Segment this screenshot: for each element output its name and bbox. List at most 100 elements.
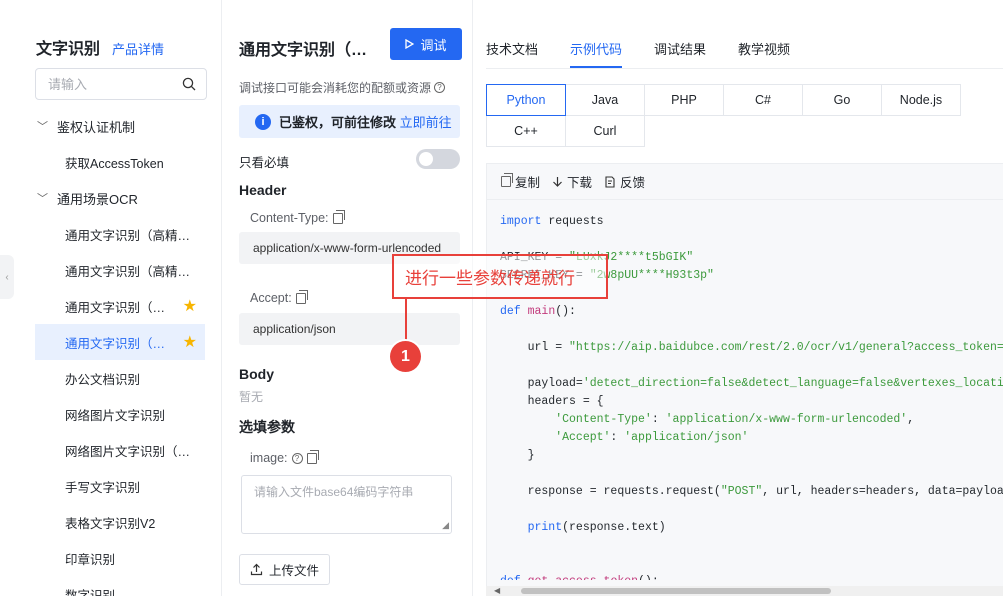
quota-hint: 调试接口可能会消耗您的配额或资源?: [239, 79, 446, 96]
sidebar-item-web-image[interactable]: 网络图片文字识别: [35, 396, 205, 432]
image-base64-textarea[interactable]: 请输入文件base64编码字符串 ◢: [241, 475, 452, 534]
sidebar-item-numbers[interactable]: 数字识别: [35, 576, 205, 596]
api-title: 通用文字识别（…: [239, 42, 368, 59]
sidebar-item-label: 通用文字识别（高精度版）: [65, 264, 197, 279]
sidebar-header: 文字识别 产品详情: [36, 35, 164, 59]
resize-handle-icon[interactable]: ◢: [442, 520, 449, 531]
download-code-button[interactable]: 下载: [552, 172, 592, 191]
sidebar-item-label: 通用文字识别（标准版）: [65, 336, 177, 351]
copy-icon: [501, 173, 513, 187]
download-label: 下载: [567, 176, 593, 190]
sidebar-item-handwriting[interactable]: 手写文字识别: [35, 468, 205, 504]
product-detail-link[interactable]: 产品详情: [112, 39, 164, 58]
sidebar-item-general-location[interactable]: 通用文字识别（标准含位置版） ★: [35, 288, 205, 324]
body-section-title: Body: [239, 366, 274, 382]
copy-label: 复制: [515, 176, 541, 190]
annotation-badge: 1: [390, 341, 421, 372]
header-section-title: Header: [239, 182, 287, 198]
sidebar-item-seal[interactable]: 印章识别: [35, 540, 205, 576]
scroll-left-icon[interactable]: ◀: [494, 586, 500, 595]
tab-debug-result[interactable]: 调试结果: [654, 28, 706, 68]
lang-curl[interactable]: Curl: [565, 115, 645, 147]
copy-icon[interactable]: [332, 209, 345, 224]
collapse-sidebar-handle[interactable]: ‹: [0, 255, 14, 299]
lang-nodejs[interactable]: Node.js: [881, 84, 961, 116]
search-input[interactable]: [48, 76, 182, 92]
tab-tech-docs[interactable]: 技术文档: [486, 28, 538, 68]
upload-file-button[interactable]: 上传文件: [239, 554, 330, 585]
search-icon[interactable]: [182, 77, 196, 91]
accept-label: Accept:: [250, 289, 308, 305]
tab-sample-code[interactable]: 示例代码: [570, 28, 623, 68]
sidebar-item-table[interactable]: 表格文字识别V2: [35, 504, 205, 540]
code-token: url =: [500, 341, 570, 354]
auth-go-link[interactable]: 立即前往: [400, 115, 452, 130]
code-token: (response.text): [562, 521, 666, 534]
code-token: 'application/json': [624, 431, 749, 444]
language-selector: Python Java PHP C# Go Node.js C++ Curl: [486, 84, 966, 147]
info-icon: i: [255, 113, 271, 130]
lang-java[interactable]: Java: [565, 84, 645, 116]
copy-icon[interactable]: [306, 449, 319, 464]
code-token: def: [500, 305, 521, 318]
download-icon: [553, 176, 562, 187]
sidebar-item-access-token[interactable]: 获取AccessToken: [35, 144, 205, 180]
chevron-left-icon: ‹: [5, 271, 9, 283]
sidebar-group-general-ocr[interactable]: ﹀ 通用场景OCR: [35, 180, 205, 216]
sidebar-item-label: 手写文字识别: [65, 480, 141, 495]
star-icon[interactable]: ★: [183, 332, 197, 352]
lang-csharp[interactable]: C#: [723, 84, 803, 116]
sidebar-title: 文字识别: [36, 41, 101, 58]
copy-code-button[interactable]: 复制: [501, 172, 540, 191]
horizontal-scrollbar[interactable]: ◀: [486, 586, 1003, 596]
sidebar-item-label: 数字识别: [65, 588, 116, 596]
star-icon[interactable]: ★: [183, 296, 197, 316]
copy-icon[interactable]: [295, 289, 308, 304]
lang-cpp[interactable]: C++: [486, 115, 566, 147]
feedback-label: 反馈: [620, 176, 646, 190]
feedback-button[interactable]: 反馈: [604, 172, 645, 191]
auth-status-banner: i 已鉴权，可前往修改 立即前往: [239, 105, 460, 138]
lang-php[interactable]: PHP: [644, 84, 724, 116]
auth-status-text: 已鉴权，可前往修改: [279, 115, 397, 130]
sidebar-item-label: 印章识别: [65, 552, 116, 567]
code-token: main: [527, 305, 556, 318]
lang-go[interactable]: Go: [802, 84, 882, 116]
code-token: "https://aip.baidubce.com/rest/2.0/ocr/v…: [569, 341, 1003, 354]
sidebar-item-label: 获取AccessToken: [65, 156, 164, 171]
sidebar-item-accurate[interactable]: 通用文字识别（高精度版）: [35, 252, 205, 288]
image-label: image:?: [250, 449, 319, 465]
accept-label-text: Accept:: [250, 291, 292, 305]
code-token: print: [500, 521, 563, 534]
sidebar-item-web-image-location[interactable]: 网络图片文字识别（含位置版）: [35, 432, 205, 468]
code-block: 复制 下载 反馈 import requests API_KEY = "LUxk…: [486, 163, 1003, 596]
required-only-toggle[interactable]: [416, 149, 460, 169]
chevron-down-icon: ﹀: [37, 121, 48, 133]
lang-python[interactable]: Python: [486, 84, 566, 116]
code-toolbar: 复制 下载 反馈: [487, 164, 1003, 200]
sidebar-item-general-basic[interactable]: 通用文字识别（标准版） ★: [35, 324, 205, 360]
annotation-callout: 进行一些参数传递就行: [392, 254, 608, 299]
sidebar-item-label: 表格文字识别V2: [65, 516, 156, 531]
code-token: def: [500, 575, 521, 580]
feedback-icon: [605, 175, 615, 188]
code-token: , url, headers=headers, data=payload.enc…: [762, 485, 1003, 498]
image-label-text: image:: [250, 451, 288, 465]
question-icon[interactable]: ?: [291, 452, 303, 464]
code-token: "POST": [720, 485, 763, 498]
scrollbar-thumb[interactable]: [521, 588, 831, 594]
question-icon[interactable]: ?: [434, 82, 446, 93]
sidebar-search[interactable]: [35, 68, 207, 100]
tab-bar: 技术文档 示例代码 调试结果 教学视频: [486, 28, 822, 68]
sidebar-group-label: 通用场景OCR: [57, 191, 138, 207]
debug-button[interactable]: 调试: [390, 28, 462, 60]
sidebar-item-accurate-location[interactable]: 通用文字识别（高精度含位置版）: [35, 216, 205, 252]
sidebar-group-auth[interactable]: ﹀ 鉴权认证机制: [35, 108, 205, 144]
optional-section-title: 选填参数: [239, 419, 295, 435]
code-token: "2w8pUU****H93t3p": [589, 269, 714, 282]
sidebar-item-doc[interactable]: 办公文档识别: [35, 360, 205, 396]
debug-button-label: 调试: [420, 37, 447, 53]
upload-button-label: 上传文件: [268, 564, 319, 578]
code-token: }: [500, 449, 535, 462]
tab-tutorial-video[interactable]: 教学视频: [738, 28, 790, 68]
